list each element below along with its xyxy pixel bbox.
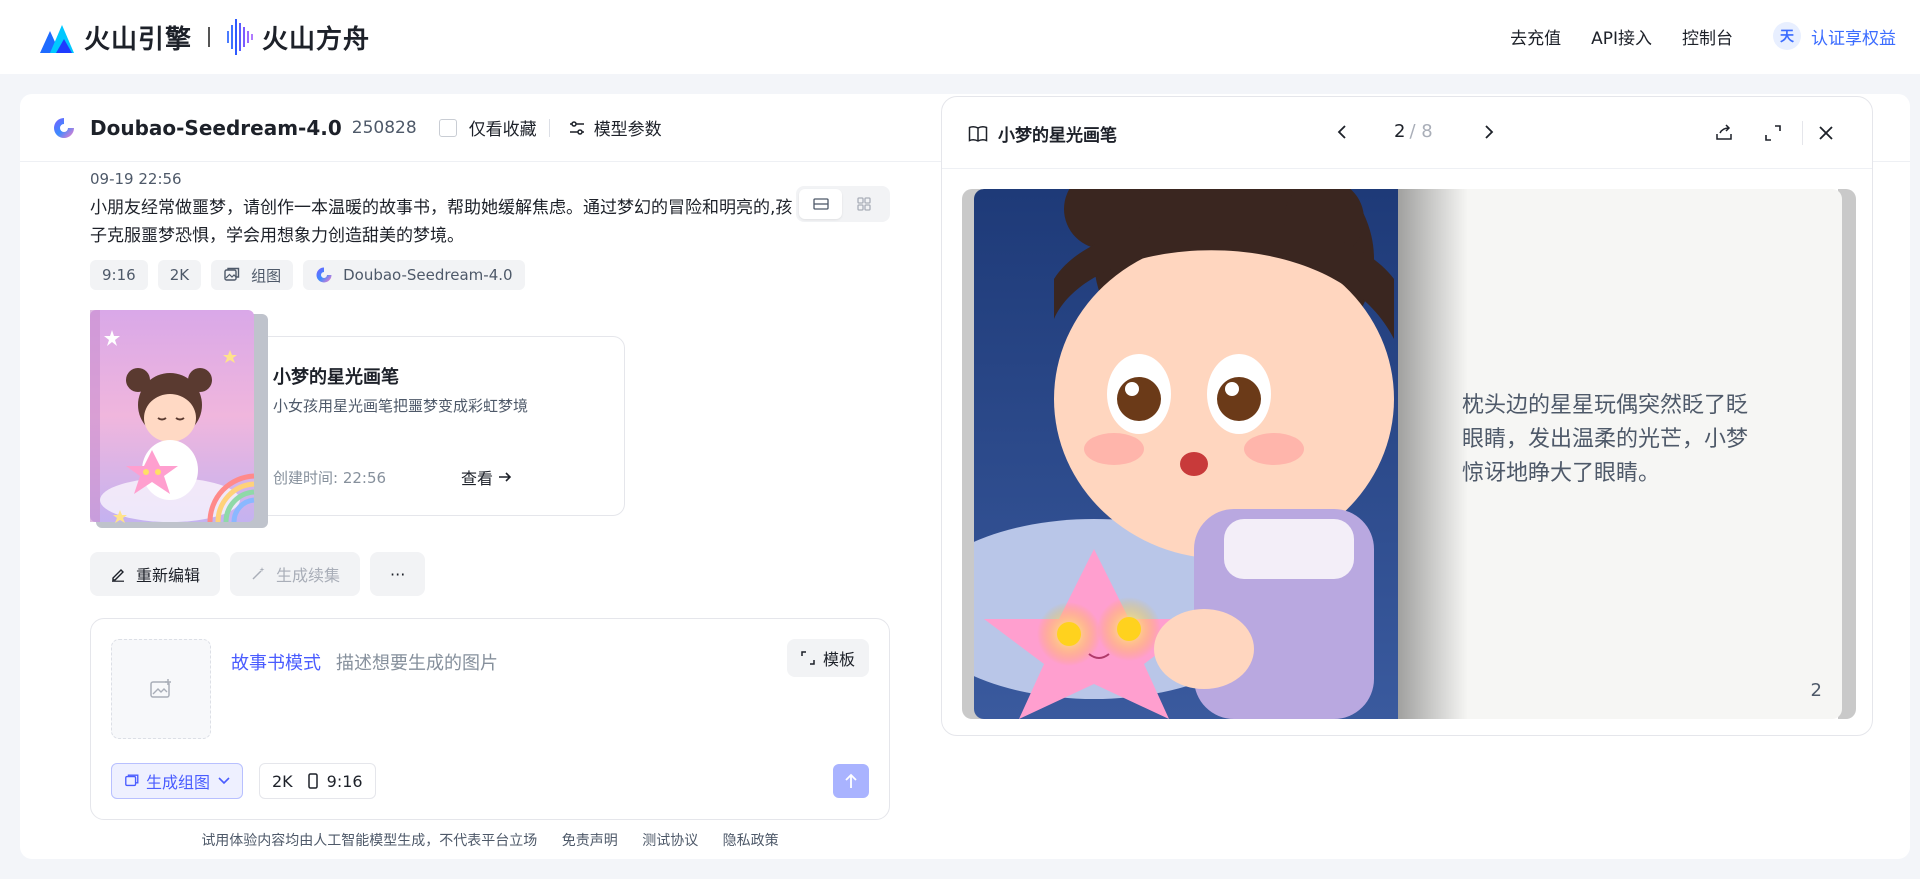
storybook-reader: 小梦的星光画笔 2 / 8 枕头边的星星玩偶突然眨了眨眼睛，发出温柔的光芒，小梦… — [941, 96, 1873, 736]
fullscreen-button[interactable] — [1761, 121, 1785, 145]
story-title: 小梦的星光画笔 — [273, 367, 399, 388]
arrow-up-icon — [845, 773, 857, 788]
footer-test-agreement-link[interactable]: 测试协议 — [642, 833, 698, 849]
doubao-logo-icon — [316, 267, 332, 283]
brand-separator — [208, 27, 211, 47]
model-version: 250828 — [351, 117, 417, 138]
add-image-icon — [150, 679, 171, 698]
divider — [548, 118, 550, 137]
divider — [1802, 121, 1803, 145]
nav-recharge[interactable]: 去充值 — [1510, 24, 1561, 49]
list-view-button[interactable] — [799, 189, 842, 219]
arrow-right-icon — [499, 472, 512, 482]
tag-model: Doubao-Seedream-4.0 — [303, 260, 525, 290]
grid-view-button[interactable] — [842, 189, 885, 219]
param-tags: 9:16 2K 组图 Doubao-Seedream-4.0 — [90, 260, 525, 290]
generation-mode-select[interactable]: 生成组图 — [111, 763, 244, 799]
doubao-logo-icon — [54, 117, 74, 138]
prompt-composer: 故事书模式 描述想要生成的图片 模板 生成组图 2K 9:16 — [90, 618, 890, 820]
footer-notice: 试用体验内容均由人工智能模型生成，不代表平台立场 — [201, 833, 538, 849]
reader-title-text: 小梦的星光画笔 — [998, 126, 1117, 146]
story-page-text: 枕头边的星星玩偶突然眨了眨眼睛，发出温柔的光芒，小梦惊讶地睁大了眼睛。 — [1462, 393, 1749, 486]
footer: 试用体验内容均由人工智能模型生成，不代表平台立场 免责声明 测试协议 隐私政策 — [90, 830, 890, 850]
story-created-time: 创建时间: 22:56 — [273, 469, 387, 487]
prompt-input[interactable]: 描述想要生成的图片 — [336, 649, 498, 675]
brand-primary-name: 火山引擎 — [84, 24, 193, 55]
generate-sequel-label: 生成续集 — [276, 566, 341, 585]
storybook-mode-label[interactable]: 故事书模式 — [231, 649, 321, 675]
tag-model-label: Doubao-Seedream-4.0 — [343, 266, 513, 284]
page-current: 2 — [1394, 121, 1406, 142]
book-spread: 枕头边的星星玩偶突然眨了眨眼睛，发出温柔的光芒，小梦惊讶地睁大了眼睛。 2 — [962, 189, 1856, 719]
more-button[interactable]: ··· — [370, 552, 426, 596]
chevron-right-icon[interactable] — [1483, 124, 1495, 140]
favorites-label[interactable]: 仅看收藏 — [469, 115, 537, 140]
grid-view-icon — [856, 197, 871, 211]
close-button[interactable] — [1814, 121, 1838, 145]
fullscreen-icon — [1765, 125, 1781, 141]
chevron-left-icon[interactable] — [1336, 124, 1348, 140]
reader-header: 小梦的星光画笔 2 / 8 — [942, 97, 1872, 169]
share-button[interactable] — [1712, 121, 1736, 145]
page-fold-shadow — [1398, 189, 1468, 719]
model-name[interactable]: Doubao-Seedream-4.0 — [90, 116, 342, 140]
sliders-icon[interactable] — [568, 119, 586, 137]
story-text-page: 枕头边的星星玩偶突然眨了眨眼睛，发出温柔的光芒，小梦惊讶地睁大了眼睛。 2 — [1398, 189, 1842, 719]
story-view-label: 查看 — [461, 469, 494, 488]
story-illustration-image[interactable] — [974, 189, 1398, 719]
page-number: 2 — [1810, 680, 1822, 701]
tag-mode: 组图 — [211, 260, 294, 290]
footer-privacy-link[interactable]: 隐私政策 — [723, 833, 779, 849]
favorites-checkbox[interactable] — [438, 118, 457, 137]
nav-api-access[interactable]: API接入 — [1591, 24, 1652, 49]
pager: 2 / 8 — [1336, 121, 1495, 142]
ratio-value: 9:16 — [326, 771, 363, 791]
volcengine-logo-icon — [40, 25, 74, 53]
tag-mode-label: 组图 — [251, 266, 282, 285]
story-desc: 小女孩用星光画笔把噩梦变成彩虹梦境 — [273, 397, 529, 415]
storybook-cover-image[interactable] — [90, 310, 268, 530]
footer-disclaimer-link[interactable]: 免责声明 — [562, 833, 618, 849]
generation-mode-label: 生成组图 — [146, 773, 211, 792]
reedit-button[interactable]: 重新编辑 — [90, 552, 221, 596]
avatar[interactable]: 天 — [1773, 22, 1801, 50]
tag-resolution: 2K — [157, 260, 202, 290]
list-view-icon — [812, 198, 829, 210]
tag-ratio: 9:16 — [90, 260, 148, 290]
phone-portrait-icon — [307, 773, 318, 789]
reader-title: 小梦的星光画笔 — [968, 121, 1117, 146]
nav-console[interactable]: 控制台 — [1682, 24, 1733, 49]
image-upload[interactable] — [111, 639, 211, 739]
gallery-icon — [125, 774, 139, 787]
reedit-label: 重新编辑 — [136, 566, 201, 585]
message-time: 09-19 22:56 — [90, 170, 182, 188]
chevron-down-icon — [218, 777, 230, 785]
magic-wand-icon — [252, 567, 265, 580]
page-total: / 8 — [1409, 121, 1433, 142]
generate-sequel-button[interactable]: 生成续集 — [230, 552, 361, 596]
share-icon — [1716, 124, 1732, 140]
expand-icon — [801, 651, 815, 665]
prompt-text: 小朋友经常做噩梦，请创作一本温暖的故事书，帮助她缓解焦虑。通过梦幻的冒险和明亮的… — [90, 198, 793, 246]
book-icon — [968, 125, 988, 142]
story-view-link[interactable]: 查看 — [461, 465, 513, 489]
gallery-icon — [224, 267, 240, 281]
resolution-ratio-select[interactable]: 2K 9:16 — [259, 763, 376, 799]
ark-logo-icon — [227, 19, 254, 55]
template-button[interactable]: 模板 — [786, 639, 869, 677]
top-nav: 火山引擎 火山方舟 去充值 API接入 控制台 天 认证享权益 — [0, 0, 1920, 74]
model-params-button[interactable]: 模型参数 — [594, 115, 662, 140]
nav-links: 去充值 API接入 控制台 天 认证享权益 — [1480, 22, 1896, 50]
action-row: 重新编辑 生成续集 ··· — [90, 552, 426, 596]
edit-icon — [112, 569, 124, 582]
nav-certification[interactable]: 认证享权益 — [1811, 24, 1896, 49]
resolution-value: 2K — [272, 771, 293, 791]
close-icon — [1819, 126, 1833, 140]
template-label: 模板 — [822, 650, 855, 669]
view-toggle — [796, 186, 890, 222]
brand-secondary-name: 火山方舟 — [262, 24, 371, 55]
send-button[interactable] — [833, 764, 869, 798]
brand[interactable]: 火山引擎 火山方舟 — [40, 15, 370, 59]
